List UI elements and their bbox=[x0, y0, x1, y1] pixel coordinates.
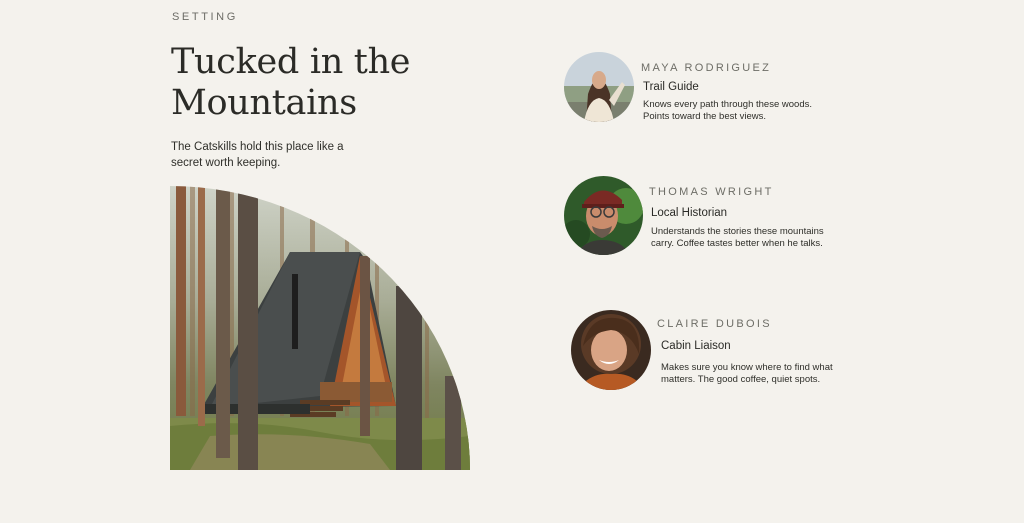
avatar bbox=[564, 52, 634, 122]
section-title: Tucked in the Mountains bbox=[171, 42, 411, 123]
member-role: Trail Guide bbox=[643, 81, 699, 93]
cabin-illustration bbox=[170, 186, 470, 470]
member-description: Understands the stories these mountains … bbox=[651, 226, 824, 249]
portrait-thomas-icon bbox=[564, 176, 643, 255]
section-intro: The Catskills hold this place like a sec… bbox=[171, 141, 344, 169]
member-name: CLAIRE DUBOIS bbox=[657, 318, 772, 330]
member-role: Local Historian bbox=[651, 207, 728, 219]
member-description: Makes sure you know where to find what m… bbox=[661, 362, 833, 385]
member-name: THOMAS WRIGHT bbox=[649, 186, 774, 198]
cabin-photo bbox=[170, 186, 470, 470]
avatar bbox=[571, 310, 651, 390]
member-role: Cabin Liaison bbox=[661, 340, 731, 352]
member-description: Knows every path through these woods. Po… bbox=[643, 99, 812, 122]
portrait-claire-icon bbox=[571, 310, 651, 390]
section-eyebrow: SETTING bbox=[172, 11, 238, 23]
portrait-maya-icon bbox=[564, 52, 634, 122]
avatar bbox=[564, 176, 643, 255]
member-name: MAYA RODRIGUEZ bbox=[641, 62, 772, 74]
